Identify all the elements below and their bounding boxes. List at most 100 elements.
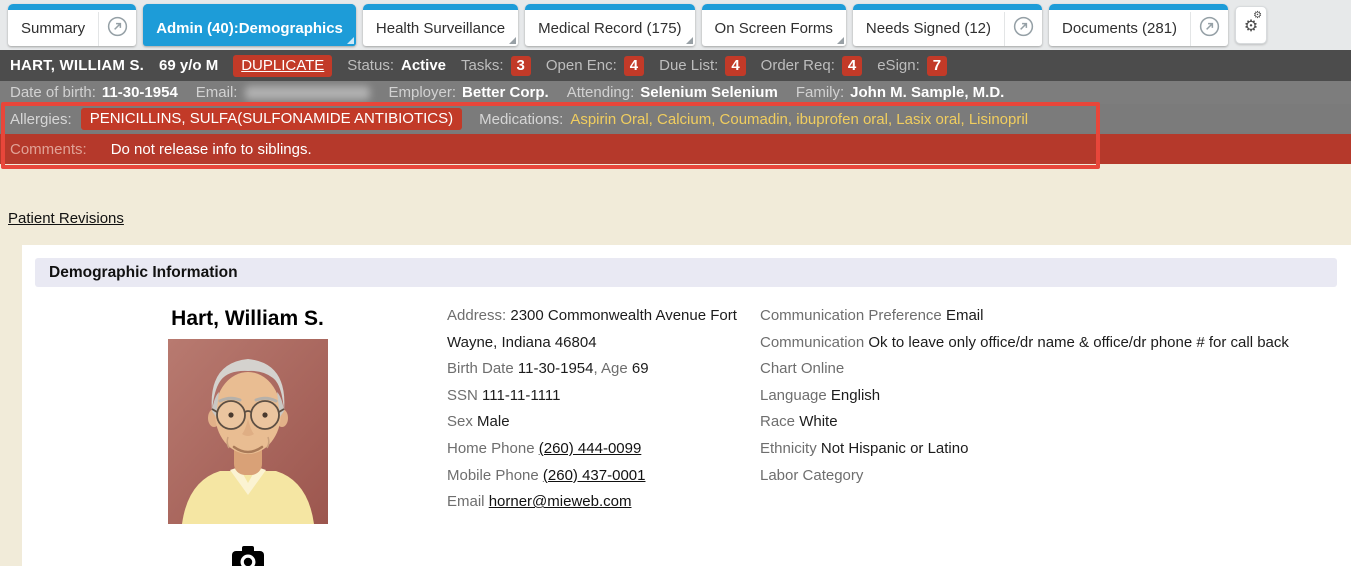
- tab-admin-demographics[interactable]: Admin (40):Demographics: [143, 4, 356, 46]
- open-enc-count-badge[interactable]: 4: [624, 56, 644, 76]
- tab-label: Needs Signed (12): [853, 20, 1004, 46]
- home-phone-field: Home Phone (260) 444-0099: [447, 436, 755, 463]
- dob-field: Date of birth: 11-30-1954: [10, 84, 178, 101]
- preference-value: English: [831, 387, 880, 404]
- preference-label: Language: [760, 387, 827, 404]
- tab-label: Summary: [8, 20, 98, 46]
- tab-dropdown-corner-icon[interactable]: [837, 37, 844, 44]
- patient-banner: HART, WILLIAM S. 69 y/o M DUPLICATE Stat…: [0, 50, 1351, 81]
- popout-button[interactable]: [98, 12, 136, 46]
- patient-preferences-column: Communication Preference Email Communica…: [760, 303, 1345, 489]
- due-list-field: Due List: 4: [659, 56, 746, 76]
- tab-needs-signed[interactable]: Needs Signed (12): [853, 4, 1042, 46]
- sex-label: Sex: [447, 413, 473, 430]
- patient-name: HART, WILLIAM S.: [10, 57, 144, 74]
- status-value: Active: [401, 57, 446, 74]
- tab-top-strip: [525, 4, 694, 10]
- employer-field: Employer: Better Corp.: [388, 84, 548, 101]
- home-phone-label: Home Phone: [447, 440, 535, 457]
- tasks-count-badge[interactable]: 3: [511, 56, 531, 76]
- tab-dropdown-corner-icon[interactable]: [347, 37, 354, 44]
- email-label: Email:: [196, 84, 238, 101]
- tab-on-screen-forms[interactable]: On Screen Forms: [702, 4, 846, 46]
- tab-documents[interactable]: Documents (281): [1049, 4, 1228, 46]
- patient-info-line: Date of birth: 11-30-1954 Email: Employe…: [0, 81, 1351, 104]
- tab-top-strip: [702, 4, 846, 10]
- ssn-label: SSN: [447, 387, 478, 404]
- tab-label: On Screen Forms: [702, 20, 846, 46]
- settings-button[interactable]: ⚙ ⚙: [1235, 6, 1267, 44]
- email-link[interactable]: horner@mieweb.com: [489, 493, 632, 510]
- sex-field: Sex Male: [447, 409, 755, 436]
- tab-top-strip: [8, 4, 136, 10]
- section-header: Demographic Information: [35, 258, 1337, 287]
- preference-label: Communication Preference: [760, 307, 942, 324]
- popout-arrow-icon: [1013, 16, 1034, 37]
- tab-label: Medical Record (175): [525, 20, 694, 46]
- patient-age-sex: 69 y/o M: [159, 57, 218, 74]
- birth-date-value: 11-30-1954: [518, 360, 594, 377]
- employer-label: Employer:: [388, 84, 456, 101]
- email-redacted-blur: [245, 86, 370, 100]
- email-field-detail: Email horner@mieweb.com: [447, 489, 755, 516]
- medications-list[interactable]: Aspirin Oral, Calcium, Coumadin, ibuprof…: [570, 111, 1028, 128]
- tab-medical-record[interactable]: Medical Record (175): [525, 4, 694, 46]
- age-value: 69: [632, 360, 649, 377]
- patient-photo: [168, 339, 328, 524]
- demographics-card: Demographic Information Hart, William S.: [22, 245, 1351, 566]
- address-label: Address:: [447, 307, 506, 324]
- birth-date-label: Birth Date: [447, 360, 514, 377]
- attending-label: Attending:: [567, 84, 635, 101]
- popout-button[interactable]: [1190, 12, 1228, 46]
- tab-top-strip: [363, 4, 518, 10]
- tab-dropdown-corner-icon[interactable]: [686, 37, 693, 44]
- preference-row: Chart Online: [760, 356, 1345, 383]
- preference-row: Labor Category: [760, 463, 1345, 490]
- mobile-phone-field: Mobile Phone (260) 437-0001: [447, 463, 755, 490]
- due-list-count-badge[interactable]: 4: [725, 56, 745, 76]
- edit-photo-button[interactable]: [231, 546, 265, 566]
- ssn-value: 111-11-1111: [482, 387, 560, 404]
- tab-dropdown-corner-icon[interactable]: [509, 37, 516, 44]
- chart-tab-bar: Summary Admin (40):Demographics Health S…: [0, 0, 1351, 50]
- status-label: Status:: [347, 57, 394, 74]
- allergies-label: Allergies:: [10, 111, 72, 128]
- mobile-phone-label: Mobile Phone: [447, 467, 539, 484]
- popout-arrow-icon: [1199, 16, 1220, 37]
- preference-value: Email: [946, 307, 984, 324]
- tab-health-surveillance[interactable]: Health Surveillance: [363, 4, 518, 46]
- open-enc-field: Open Enc: 4: [546, 56, 644, 76]
- order-req-count-badge[interactable]: 4: [842, 56, 862, 76]
- tab-summary[interactable]: Summary: [8, 4, 136, 46]
- patient-details-column: Address: 2300 Commonwealth Avenue Fort W…: [447, 303, 755, 516]
- popout-button[interactable]: [1004, 12, 1042, 46]
- esign-label: eSign:: [877, 57, 920, 74]
- allergies-medications-line: Allergies: PENICILLINS, SULFA(SULFONAMID…: [0, 104, 1351, 134]
- gears-icon: ⚙: [1244, 19, 1258, 35]
- home-phone-link[interactable]: (260) 444-0099: [539, 440, 642, 457]
- allergies-badge[interactable]: PENICILLINS, SULFA(SULFONAMIDE ANTIBIOTI…: [81, 108, 462, 130]
- dob-value: 11-30-1954: [102, 84, 178, 101]
- preference-value: White: [799, 413, 837, 430]
- main-content: Patient Revisions Demographic Informatio…: [0, 164, 1351, 566]
- status-field: Status: Active: [347, 57, 446, 74]
- order-req-field: Order Req: 4: [761, 56, 863, 76]
- preference-row: Race White: [760, 409, 1345, 436]
- preference-row: Language English: [760, 383, 1345, 410]
- family-field: Family: John M. Sample, M.D.: [796, 84, 1005, 101]
- preference-row: Communication Preference Email: [760, 303, 1345, 330]
- birth-date-field: Birth Date 11-30-1954, Age 69: [447, 356, 755, 383]
- mobile-phone-link[interactable]: (260) 437-0001: [543, 467, 646, 484]
- address-line1: 2300 Commonwealth Avenue: [510, 307, 706, 324]
- open-enc-label: Open Enc:: [546, 57, 617, 74]
- patient-revisions-link[interactable]: Patient Revisions: [8, 210, 124, 227]
- tab-top-strip: [1049, 4, 1228, 10]
- esign-count-badge[interactable]: 7: [927, 56, 947, 76]
- sex-value: Male: [477, 413, 510, 430]
- duplicate-badge[interactable]: DUPLICATE: [233, 55, 332, 77]
- ehr-demographics-screen: Summary Admin (40):Demographics Health S…: [0, 0, 1351, 566]
- address-field: Address: 2300 Commonwealth Avenue Fort W…: [447, 303, 755, 356]
- due-list-label: Due List:: [659, 57, 718, 74]
- preference-label: Communication: [760, 334, 864, 351]
- comments-value: Do not release info to siblings.: [111, 141, 312, 158]
